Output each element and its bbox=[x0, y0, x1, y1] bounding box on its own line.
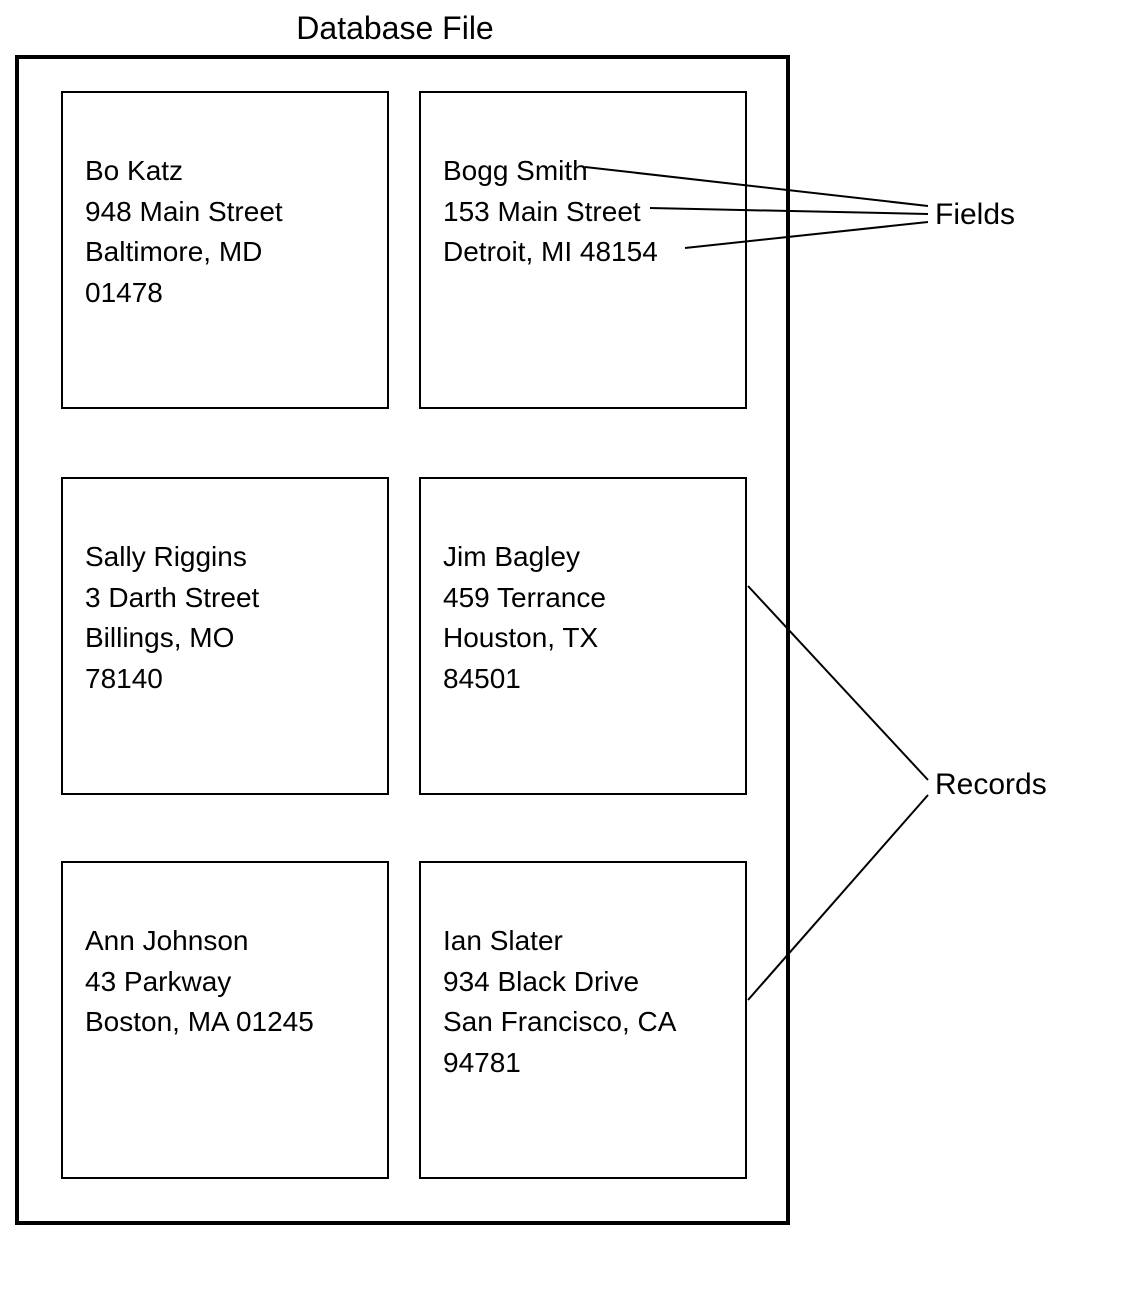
field-street: 948 Main Street bbox=[85, 192, 365, 233]
field-zip: 01478 bbox=[85, 273, 365, 314]
field-street: 153 Main Street bbox=[443, 192, 723, 233]
field-name: Bogg Smith bbox=[443, 151, 723, 192]
database-file-container: Bo Katz 948 Main Street Baltimore, MD 01… bbox=[15, 55, 790, 1225]
record-card: Sally Riggins 3 Darth Street Billings, M… bbox=[61, 477, 389, 795]
field-zip: 94781 bbox=[443, 1043, 723, 1084]
field-zip: 78140 bbox=[85, 659, 365, 700]
records-callout-label: Records bbox=[935, 768, 1047, 802]
field-name: Ian Slater bbox=[443, 921, 723, 962]
record-card: Ann Johnson 43 Parkway Boston, MA 01245 bbox=[61, 861, 389, 1179]
record-card: Jim Bagley 459 Terrance Houston, TX 8450… bbox=[419, 477, 747, 795]
record-card: Ian Slater 934 Black Drive San Francisco… bbox=[419, 861, 747, 1179]
field-city-state: Houston, TX bbox=[443, 618, 723, 659]
field-city-state: Detroit, MI 48154 bbox=[443, 232, 723, 273]
field-name: Bo Katz bbox=[85, 151, 365, 192]
field-city-state: Billings, MO bbox=[85, 618, 365, 659]
field-city-state: Baltimore, MD bbox=[85, 232, 365, 273]
field-city-state: San Francisco, CA bbox=[443, 1002, 723, 1043]
field-name: Jim Bagley bbox=[443, 537, 723, 578]
fields-callout-label: Fields bbox=[935, 198, 1015, 232]
field-city-state: Boston, MA 01245 bbox=[85, 1002, 365, 1043]
field-street: 459 Terrance bbox=[443, 578, 723, 619]
field-name: Ann Johnson bbox=[85, 921, 365, 962]
field-street: 934 Black Drive bbox=[443, 962, 723, 1003]
field-street: 43 Parkway bbox=[85, 962, 365, 1003]
record-card: Bogg Smith 153 Main Street Detroit, MI 4… bbox=[419, 91, 747, 409]
field-street: 3 Darth Street bbox=[85, 578, 365, 619]
diagram-title: Database File bbox=[0, 10, 790, 47]
field-zip: 84501 bbox=[443, 659, 723, 700]
record-card: Bo Katz 948 Main Street Baltimore, MD 01… bbox=[61, 91, 389, 409]
field-name: Sally Riggins bbox=[85, 537, 365, 578]
